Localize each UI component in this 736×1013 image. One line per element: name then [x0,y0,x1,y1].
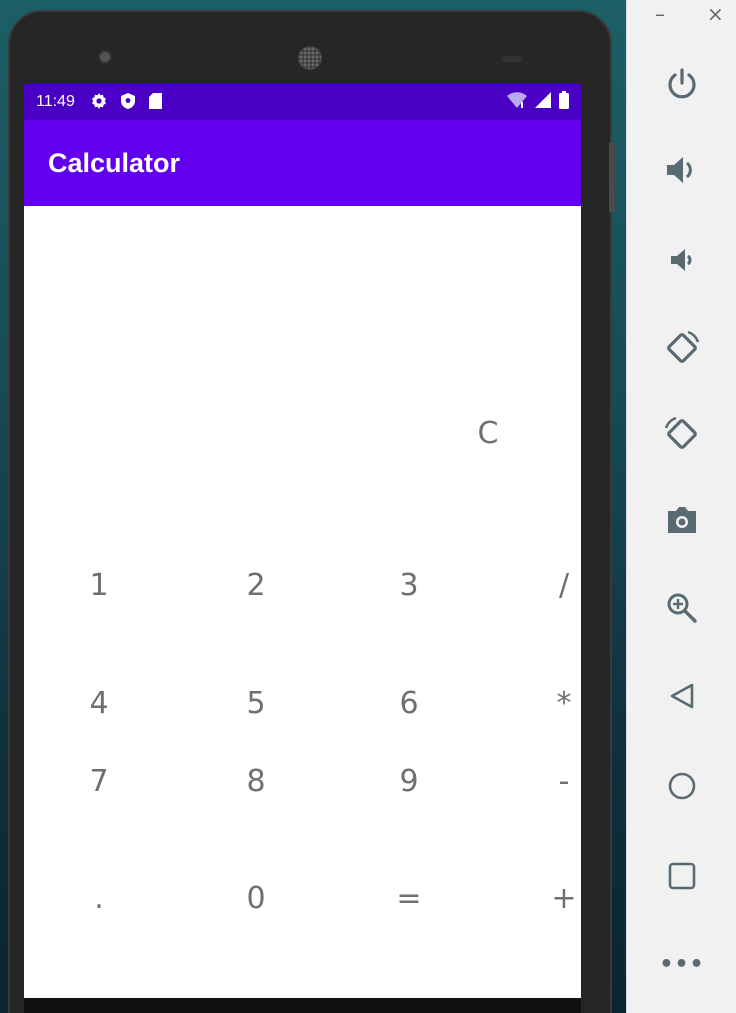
clear-button[interactable]: C [448,406,528,462]
shield-icon [120,92,135,112]
key-divide[interactable]: / [524,558,581,614]
proximity-sensor [502,56,522,62]
rotate-left-button[interactable] [627,318,736,378]
status-time: 11:49 [36,93,75,110]
navigation-bar-edge [24,998,581,1013]
key-5[interactable]: 5 [216,676,296,732]
key-6[interactable]: 6 [369,676,449,732]
home-button[interactable] [627,756,736,816]
calculator-body: C 1 2 3 / 4 5 6 * 7 8 9 - . 0 = + [24,206,581,1000]
emulator-toolbar: – × ••• [626,0,736,1013]
status-bar: 11:49 [24,84,581,120]
key-7[interactable]: 7 [59,754,139,810]
signal-icon [535,91,551,113]
key-3[interactable]: 3 [369,558,449,614]
status-right-icons [507,90,569,114]
app-bar: Calculator [24,120,581,206]
more-icon: ••• [659,951,705,977]
front-camera [100,52,110,62]
back-icon [668,682,696,710]
sd-card-icon [148,92,162,112]
key-2[interactable]: 2 [216,558,296,614]
key-equals[interactable]: = [369,871,449,927]
close-button[interactable]: × [707,2,724,26]
camera-icon [665,505,699,535]
phone-side-button [609,142,615,212]
home-icon [667,771,697,801]
power-button[interactable] [627,54,736,114]
more-button[interactable]: ••• [627,934,736,994]
rotate-right-icon [662,414,702,454]
volume-down-icon [669,247,695,273]
key-subtract[interactable]: - [524,754,581,810]
key-0[interactable]: 0 [216,871,296,927]
app-title: Calculator [48,147,181,178]
overview-icon [667,861,697,891]
volume-up-button[interactable] [627,140,736,200]
earpiece-speaker [298,46,322,70]
volume-up-icon [665,155,699,185]
gear-icon [91,92,107,112]
rotate-right-button[interactable] [627,404,736,464]
key-4[interactable]: 4 [59,676,139,732]
minimize-button[interactable]: – [655,2,665,26]
overview-button[interactable] [627,846,736,906]
battery-icon [559,90,569,114]
key-decimal[interactable]: . [59,871,139,927]
device-screen: 11:49 Calculator C 1 2 3 / 4 5 6 * 7 8 9… [24,84,581,1000]
key-9[interactable]: 9 [369,754,449,810]
screenshot-button[interactable] [627,490,736,550]
volume-down-button[interactable] [627,230,736,290]
power-icon [665,67,699,101]
back-button[interactable] [627,666,736,726]
key-add[interactable]: + [524,871,581,927]
key-8[interactable]: 8 [216,754,296,810]
key-multiply[interactable]: * [524,676,581,732]
zoom-button[interactable] [627,578,736,638]
key-1[interactable]: 1 [59,558,139,614]
wifi-icon [507,91,527,113]
rotate-left-icon [662,328,702,368]
zoom-icon [665,591,699,625]
